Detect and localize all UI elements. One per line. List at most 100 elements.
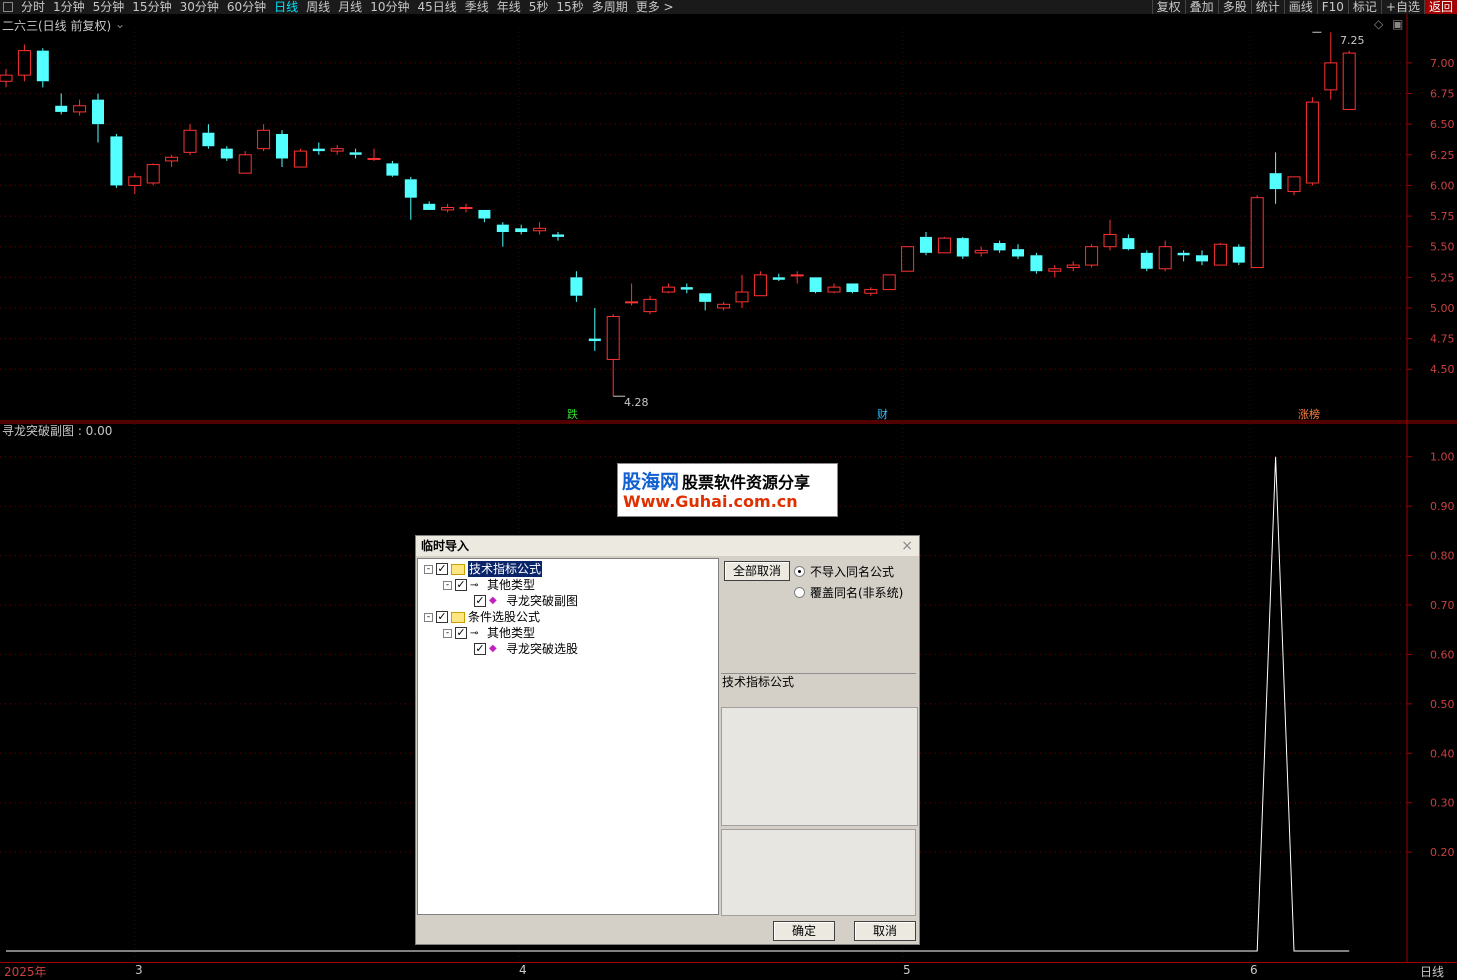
candle[interactable] xyxy=(643,295,657,315)
candle[interactable] xyxy=(588,307,601,351)
candle[interactable] xyxy=(1269,152,1282,204)
candle[interactable] xyxy=(110,133,123,188)
candle[interactable] xyxy=(441,203,455,213)
candle[interactable] xyxy=(73,99,87,116)
candle[interactable] xyxy=(956,236,969,259)
collapse-icon[interactable]: - xyxy=(424,612,433,622)
ok-button[interactable]: 确定 xyxy=(773,921,835,941)
candle[interactable] xyxy=(276,130,288,168)
candle[interactable] xyxy=(515,224,528,235)
checkbox-checked-icon[interactable]: ✓ xyxy=(474,643,486,655)
period-tab-2[interactable]: 5分钟 xyxy=(89,0,129,14)
radio-no-import-same[interactable]: 不导入同名公式 xyxy=(794,563,894,580)
candle[interactable] xyxy=(146,163,160,186)
chevron-down-icon[interactable]: ⌄ xyxy=(115,17,125,31)
period-tab-9[interactable]: 10分钟 xyxy=(366,0,413,14)
candle[interactable] xyxy=(36,48,49,88)
candle[interactable] xyxy=(1342,50,1356,110)
collapse-icon[interactable]: - xyxy=(443,580,452,590)
toolbar-button-3[interactable]: 统计 xyxy=(1250,0,1284,14)
candle[interactable] xyxy=(1158,240,1172,272)
candle[interactable] xyxy=(1048,265,1062,278)
candle[interactable] xyxy=(809,277,822,294)
candle[interactable] xyxy=(570,271,583,302)
candle[interactable] xyxy=(533,222,547,235)
checkbox-checked-icon[interactable]: ✓ xyxy=(455,627,467,639)
checkbox-checked-icon[interactable]: ✓ xyxy=(436,611,448,623)
candle[interactable] xyxy=(330,144,344,155)
candle[interactable] xyxy=(1196,250,1208,266)
event-label-down[interactable]: 跌 xyxy=(567,406,578,422)
candle[interactable] xyxy=(827,283,841,294)
candle[interactable] xyxy=(661,283,675,294)
candle[interactable] xyxy=(128,173,142,195)
period-tab-13[interactable]: 5秒 xyxy=(525,0,553,14)
candle[interactable] xyxy=(1140,250,1153,272)
period-tab-4[interactable]: 30分钟 xyxy=(176,0,223,14)
candle[interactable] xyxy=(183,124,197,155)
candle[interactable] xyxy=(423,201,436,210)
event-label-finance[interactable]: 财 xyxy=(877,406,888,422)
period-tab-0[interactable]: 分时 xyxy=(17,0,49,14)
event-label-limit-up[interactable]: 涨榜 xyxy=(1298,406,1320,422)
candle[interactable] xyxy=(55,93,68,115)
diamond-icon[interactable]: ◇ xyxy=(1374,17,1383,31)
period-tab-12[interactable]: 年线 xyxy=(493,0,525,14)
candle[interactable] xyxy=(92,93,104,143)
tree-node[interactable]: - ✓ ⊸ 其他类型 xyxy=(443,625,535,641)
candle[interactable] xyxy=(312,142,325,155)
candle[interactable] xyxy=(1030,252,1043,274)
menu-square-icon[interactable] xyxy=(3,2,13,12)
checkbox-checked-icon[interactable]: ✓ xyxy=(474,595,486,607)
candle[interactable] xyxy=(790,271,804,284)
candle[interactable] xyxy=(1066,261,1080,272)
collapse-icon[interactable]: - xyxy=(424,564,433,574)
collapse-icon[interactable]: - xyxy=(443,628,452,638)
tree-node[interactable]: ✓ ◆ 寻龙突破选股 xyxy=(462,641,578,657)
toolbar-button-4[interactable]: 画线 xyxy=(1283,0,1317,14)
candle[interactable] xyxy=(220,146,233,161)
cancel-button[interactable]: 取消 xyxy=(854,921,916,941)
period-tab-5[interactable]: 60分钟 xyxy=(223,0,270,14)
candle[interactable] xyxy=(1250,195,1264,269)
candle[interactable] xyxy=(367,148,381,161)
toolbar-button-0[interactable]: 复权 xyxy=(1151,0,1185,14)
toolbar-button-8[interactable]: 返回 xyxy=(1423,0,1457,14)
candle[interactable] xyxy=(1232,244,1245,266)
candle[interactable] xyxy=(459,203,473,213)
candle[interactable] xyxy=(1324,32,1338,100)
period-tab-15[interactable]: 多周期 xyxy=(588,0,632,14)
candle[interactable] xyxy=(293,148,307,168)
candle[interactable] xyxy=(238,151,252,174)
period-tab-1[interactable]: 1分钟 xyxy=(49,0,89,14)
candle[interactable] xyxy=(552,231,564,241)
candle[interactable] xyxy=(202,124,215,149)
formula-tree[interactable]: - ✓ 技术指标公式 - ✓ ⊸ 其他类型 ✓ ◆ 寻龙突破副图 - ✓ 条件选股公式 - ✓ ⊸ 其他类型 ✓ ◆… xyxy=(417,558,719,915)
candle[interactable] xyxy=(606,314,620,397)
period-tab-14[interactable]: 15秒 xyxy=(552,0,587,14)
toolbar-button-1[interactable]: 叠加 xyxy=(1184,0,1218,14)
tree-node[interactable]: ✓ ◆ 寻龙突破副图 xyxy=(462,593,578,609)
candle[interactable] xyxy=(0,69,13,88)
toolbar-button-6[interactable]: 标记 xyxy=(1347,0,1381,14)
period-label[interactable]: 日线 xyxy=(1420,963,1444,980)
candle[interactable] xyxy=(901,246,915,272)
candle[interactable] xyxy=(1287,176,1301,196)
candle[interactable] xyxy=(753,271,767,297)
candle[interactable] xyxy=(1103,219,1117,251)
close-icon[interactable]: × xyxy=(901,536,913,556)
candle[interactable] xyxy=(680,283,693,294)
period-tab-6[interactable]: 日线 xyxy=(270,0,302,14)
candle[interactable] xyxy=(1122,234,1135,251)
tree-node[interactable]: - ✓ 条件选股公式 xyxy=(424,609,540,625)
candle[interactable] xyxy=(846,283,859,294)
candle[interactable] xyxy=(993,240,1006,253)
toolbar-button-5[interactable]: F10 xyxy=(1316,0,1348,14)
candle[interactable] xyxy=(496,222,509,247)
period-tab-8[interactable]: 月线 xyxy=(334,0,366,14)
candle[interactable] xyxy=(717,301,731,311)
candle[interactable] xyxy=(165,154,179,168)
candle[interactable] xyxy=(1177,250,1190,262)
window-icon[interactable]: ▣ xyxy=(1392,17,1403,31)
radio-overwrite-same[interactable]: 覆盖同名(非系统) xyxy=(794,584,903,601)
